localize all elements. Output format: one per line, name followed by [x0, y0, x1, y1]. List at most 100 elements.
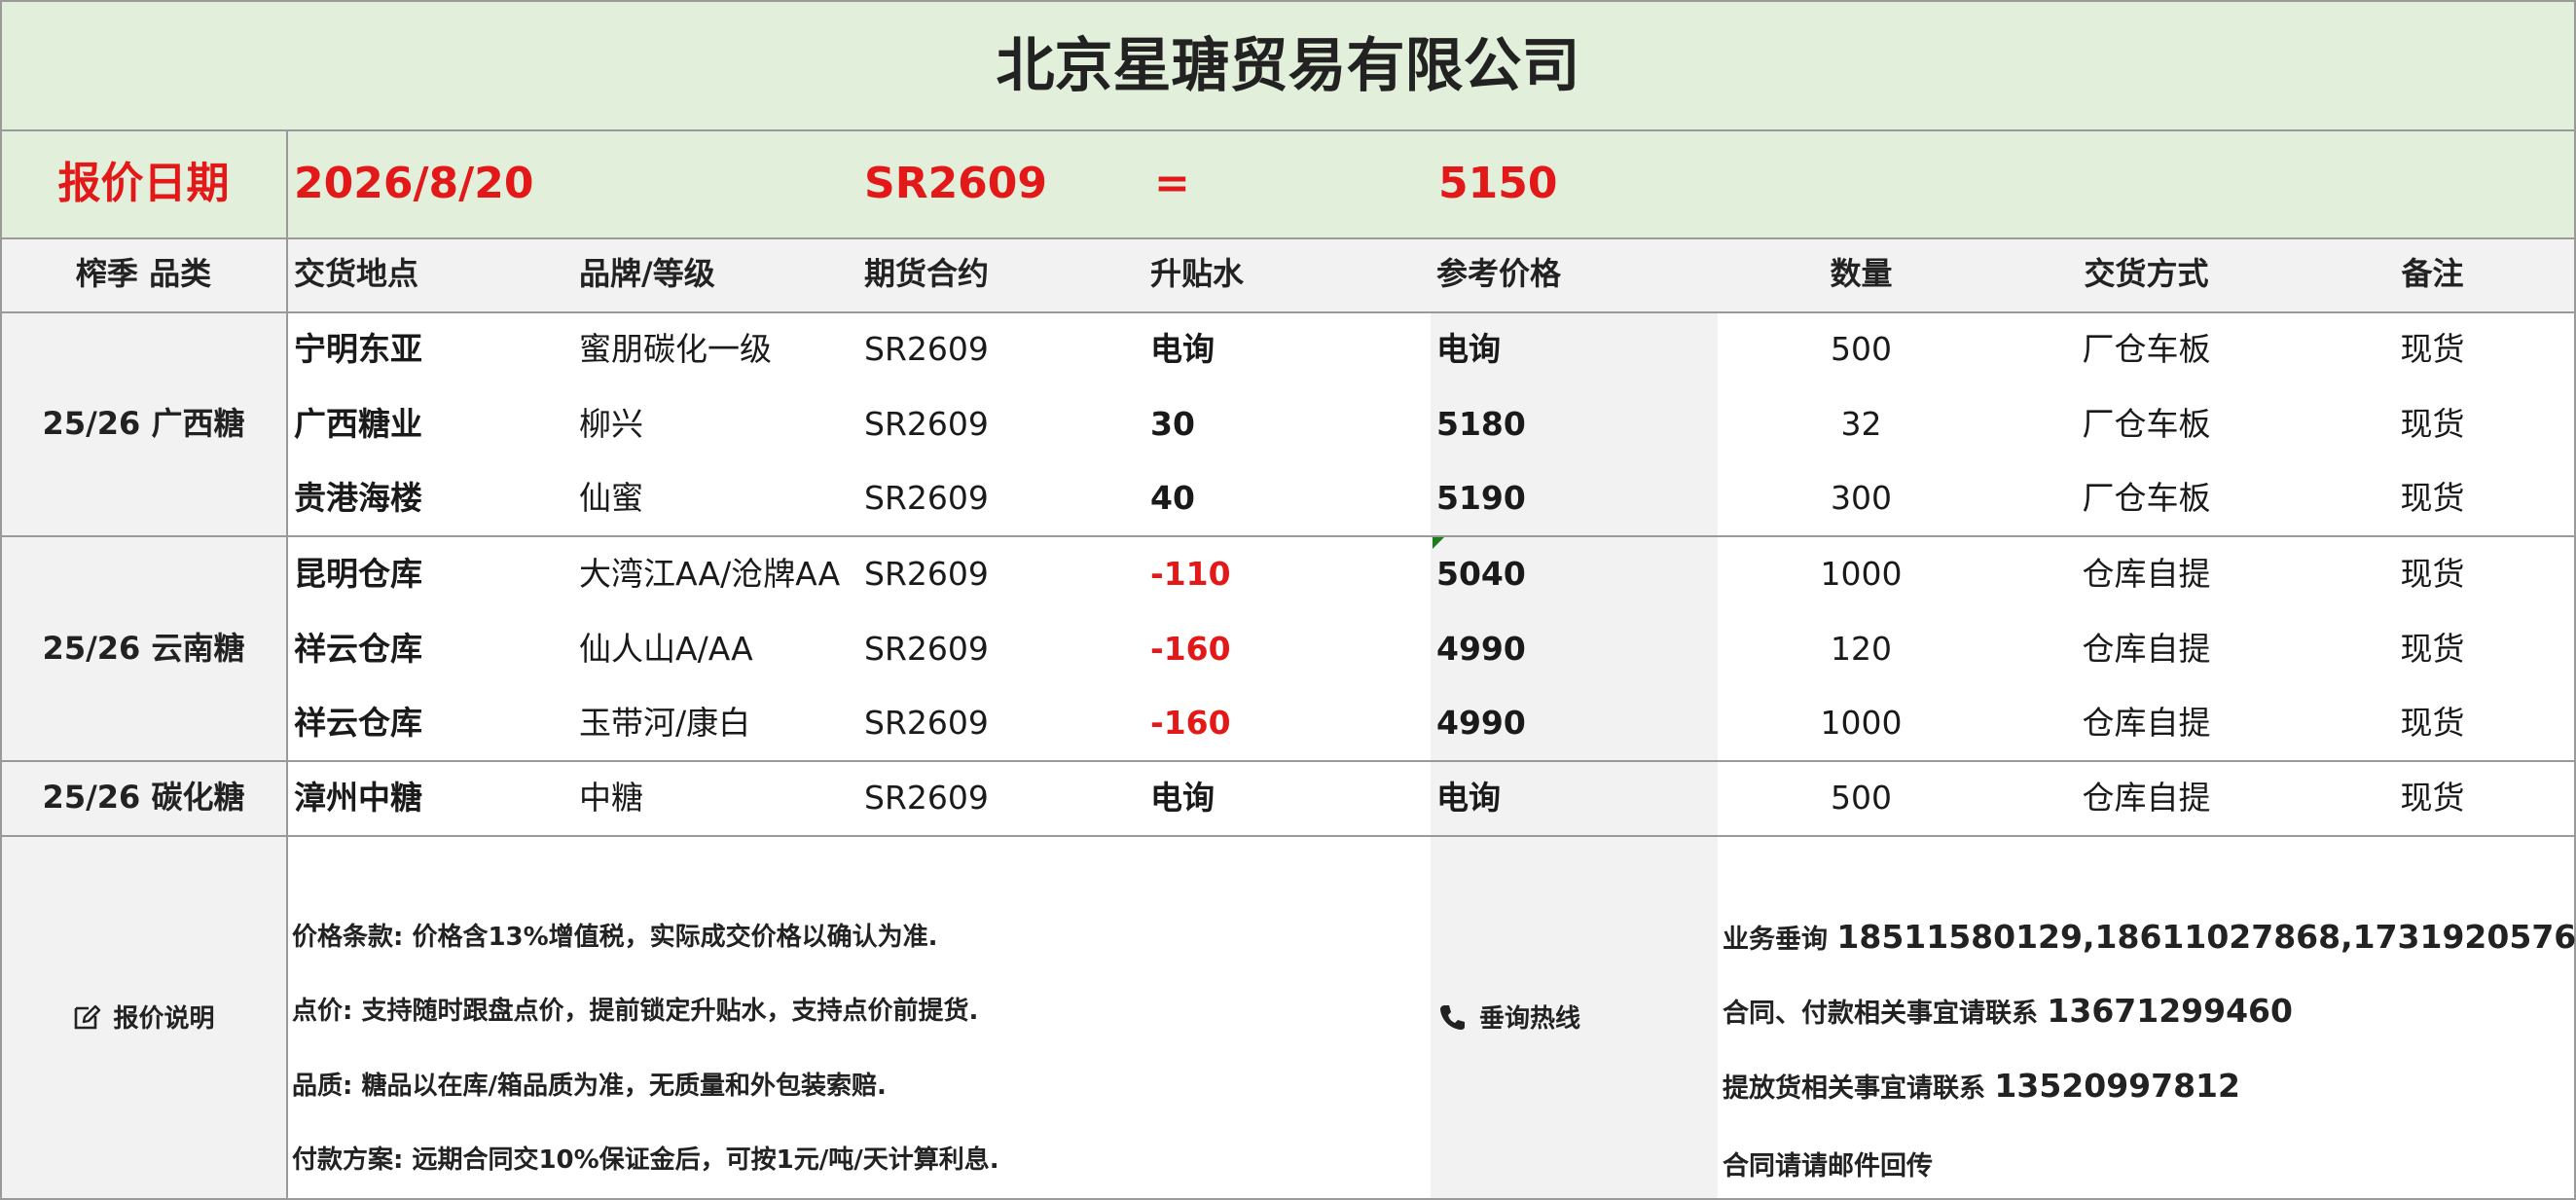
- cell-futures: SR2609: [864, 630, 989, 668]
- hotline-line: 提放货相关事宜请联系 13520997812: [1723, 1070, 2240, 1102]
- cell-brand: 玉带河/康白: [579, 704, 751, 742]
- cell-basis: 30: [1150, 405, 1195, 443]
- quote-equals: =: [1154, 159, 1190, 208]
- cell-delivery: 厂仓车板: [2082, 330, 2211, 368]
- cell-location: 漳州中糖: [294, 779, 422, 817]
- cell-ref-price: 4990: [1436, 630, 1526, 668]
- note-line: 价格条款: 价格含13%增值税，实际成交价格以确认为准.: [292, 923, 938, 952]
- quote-contract: SR2609: [864, 159, 1048, 208]
- cell-brand: 中糖: [579, 779, 643, 817]
- header-delivery: 交货方式: [2084, 255, 2209, 292]
- cell-location: 宁明东亚: [294, 330, 422, 368]
- cell-quantity: 500: [1831, 779, 1892, 817]
- note-line: 点价: 支持随时跟盘点价，提前锁定升贴水，支持点价前提货.: [292, 997, 979, 1026]
- cell-delivery: 仓库自提: [2082, 555, 2211, 593]
- hotline-prefix: 业务垂询: [1723, 925, 1828, 955]
- quote-date: 2026/8/20: [294, 159, 534, 208]
- cell-brand: 大湾江AA/沧牌AA: [579, 555, 841, 593]
- quote-price: 5150: [1438, 159, 1558, 208]
- cell-basis: 电询: [1150, 779, 1215, 817]
- cell-location: 祥云仓库: [294, 704, 422, 742]
- cell-remarks: 现货: [2400, 330, 2465, 368]
- cell-quantity: 32: [1840, 405, 1882, 443]
- cell-futures: SR2609: [864, 704, 989, 742]
- category-guangxi: 25/26 广西糖: [42, 405, 245, 442]
- cell-delivery: 仓库自提: [2082, 779, 2211, 817]
- header-basis: 升贴水: [1150, 255, 1245, 292]
- header-brand: 品牌/等级: [579, 255, 715, 292]
- cell-quantity: 1000: [1820, 704, 1903, 742]
- divider: [0, 311, 2576, 313]
- note-line: 付款方案: 远期合同交10%保证金后，可按1元/吨/天计算利息.: [292, 1145, 999, 1175]
- cell-brand: 仙蜜: [579, 479, 643, 517]
- cell-brand: 蜜朋碳化一级: [579, 330, 772, 368]
- hotline-label-text: 垂询热线: [1479, 1004, 1581, 1034]
- cell-location: 贵港海楼: [294, 479, 422, 517]
- category-carbonated: 25/26 碳化糖: [42, 779, 245, 816]
- header-season-category: 榨季 品类: [75, 255, 212, 292]
- hotline-line: 合同请请邮件回传: [1723, 1147, 1933, 1180]
- notes-label-text: 报价说明: [113, 1004, 215, 1034]
- cell-remarks: 现货: [2400, 479, 2465, 517]
- header-location: 交货地点: [294, 255, 419, 292]
- divider: [0, 835, 2576, 837]
- cell-remarks: 现货: [2400, 630, 2465, 668]
- edit-icon: [72, 1002, 101, 1036]
- comment-marker: [1433, 537, 1444, 549]
- cell-quantity: 1000: [1820, 555, 1903, 593]
- cell-basis: -110: [1150, 555, 1231, 593]
- cell-location: 祥云仓库: [294, 630, 422, 668]
- cell-quantity: 120: [1831, 630, 1892, 668]
- cell-brand: 仙人山A/AA: [579, 630, 753, 668]
- hotline-number: 13671299460: [2047, 992, 2293, 1030]
- cell-ref-price: 5190: [1436, 479, 1526, 517]
- cell-basis: -160: [1150, 630, 1231, 668]
- note-line: 品质: 糖品以在库/箱品质为准，无质量和外包装索赔.: [292, 1072, 887, 1101]
- cell-location: 昆明仓库: [294, 555, 422, 593]
- cell-futures: SR2609: [864, 779, 989, 817]
- cell-quantity: 500: [1831, 330, 1892, 368]
- cell-basis: 电询: [1150, 330, 1215, 368]
- cell-ref-price: 电询: [1436, 330, 1501, 368]
- hotline-prefix: 提放货相关事宜请联系: [1723, 1073, 1985, 1104]
- divider: [0, 760, 2576, 762]
- hotline-prefix: 合同请请邮件回传: [1723, 1151, 1933, 1182]
- cell-remarks: 现货: [2400, 555, 2465, 593]
- divider: [286, 237, 288, 1200]
- cell-futures: SR2609: [864, 555, 989, 593]
- notes-label: 报价说明: [0, 1002, 287, 1036]
- hotline-number: 13520997812: [1994, 1067, 2240, 1105]
- cell-ref-price: 电询: [1436, 779, 1501, 817]
- cell-basis: -160: [1150, 704, 1231, 742]
- page-title: 北京星瑭贸易有限公司: [996, 32, 1580, 100]
- hotline-label: 垂询热线: [1438, 1002, 1580, 1036]
- phone-icon: [1438, 1002, 1468, 1036]
- header-ref-price: 参考价格: [1436, 255, 1562, 292]
- cell-remarks: 现货: [2400, 405, 2465, 443]
- cell-delivery: 厂仓车板: [2082, 405, 2211, 443]
- quote-date-label: 报价日期: [57, 159, 230, 208]
- header-quantity: 数量: [1830, 255, 1893, 292]
- hotline-prefix: 合同、付款相关事宜请联系: [1723, 999, 2038, 1029]
- cell-basis: 40: [1150, 479, 1195, 517]
- hotline-number: 18511580129,18611027868,17319205768: [1836, 918, 2576, 956]
- cell-futures: SR2609: [864, 405, 989, 443]
- cell-delivery: 仓库自提: [2082, 630, 2211, 668]
- hotline-line: 业务垂询 18511580129,18611027868,17319205768: [1723, 921, 2576, 953]
- cell-remarks: 现货: [2400, 779, 2465, 817]
- cell-delivery: 仓库自提: [2082, 704, 2211, 742]
- divider: [0, 237, 2576, 239]
- cell-ref-price: 4990: [1436, 704, 1526, 742]
- cell-brand: 柳兴: [579, 405, 643, 443]
- cell-ref-price: 5180: [1436, 405, 1526, 443]
- cell-futures: SR2609: [864, 330, 989, 368]
- cell-delivery: 厂仓车板: [2082, 479, 2211, 517]
- cell-ref-price: 5040: [1436, 555, 1526, 593]
- header-remarks: 备注: [2401, 255, 2464, 292]
- cell-quantity: 300: [1831, 479, 1892, 517]
- cell-futures: SR2609: [864, 479, 989, 517]
- cell-location: 广西糖业: [294, 405, 422, 443]
- header-futures: 期货合约: [864, 255, 990, 292]
- divider: [0, 535, 2576, 537]
- category-yunnan: 25/26 云南糖: [42, 630, 245, 667]
